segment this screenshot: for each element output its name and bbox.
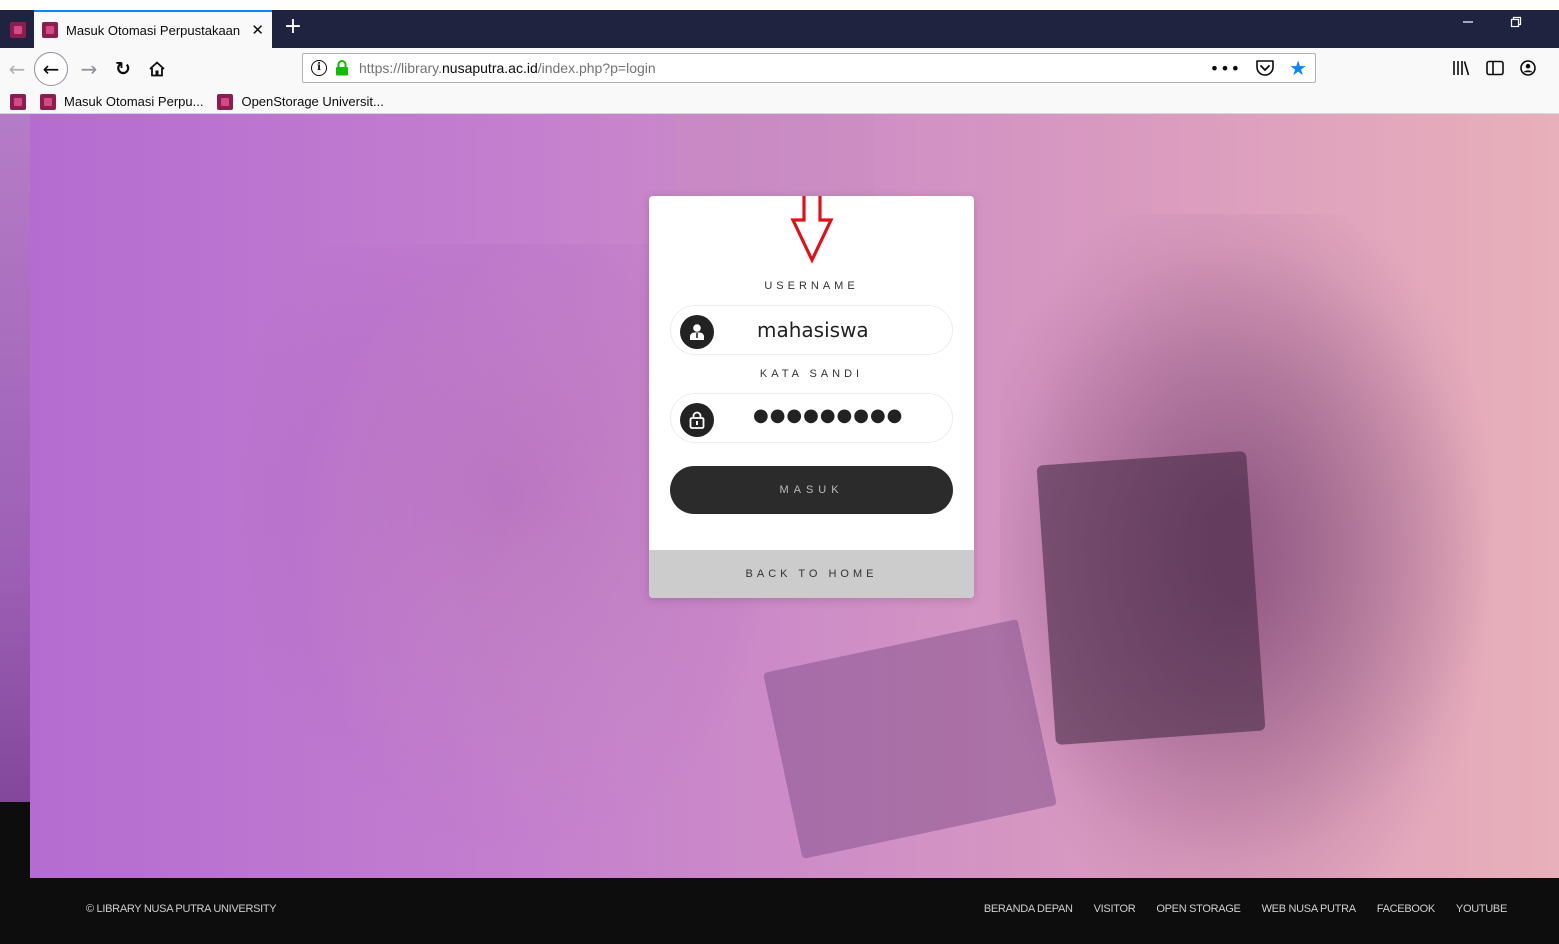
username-label: USERNAME [764, 280, 859, 292]
bookmark-favicon-icon [40, 93, 56, 110]
reload-button[interactable]: ↻ [108, 54, 138, 84]
page-left-edge [0, 114, 30, 878]
footer-link-open-storage[interactable]: OPEN STORAGE [1156, 903, 1241, 915]
pocket-icon[interactable] [1255, 59, 1275, 77]
tab-close-icon[interactable]: ✕ [251, 21, 264, 39]
bookmark-label: Masuk Otomasi Perpu... [64, 94, 204, 109]
bookmarks-toolbar: Masuk Otomasi Perpu... OpenStorage Unive… [0, 90, 1559, 114]
background-photo-tablet [1036, 451, 1266, 745]
account-icon [1520, 60, 1536, 76]
url-scheme: https://library. [359, 60, 442, 76]
home-icon [149, 61, 165, 77]
password-field[interactable]: ●●●●●●●●● [670, 393, 953, 443]
window-minimize-button[interactable] [1462, 16, 1474, 32]
password-label: KATA SANDI [759, 368, 864, 380]
url-text[interactable]: https://library.nusaputra.ac.id/index.ph… [359, 60, 1210, 76]
library-icon [1453, 61, 1470, 76]
url-domain: nusaputra.ac.id [442, 60, 538, 76]
red-down-arrow-annotation-icon [790, 196, 834, 264]
url-bar[interactable]: i https://library.nusaputra.ac.id/index.… [302, 53, 1316, 83]
site-info-icon[interactable]: i [311, 60, 327, 76]
back-to-home-button[interactable]: BACK TO HOME [649, 550, 974, 598]
page-actions-more-icon[interactable]: ••• [1210, 59, 1241, 78]
site-footer: © LIBRARY NUSA PUTRA UNIVERSITY BERANDA … [0, 878, 1559, 944]
bookmark-star-icon[interactable]: ★ [1289, 58, 1307, 78]
restore-icon [1510, 16, 1522, 28]
footer-link-visitor[interactable]: VISITOR [1094, 903, 1136, 915]
pinned-tab-favicon-icon[interactable] [10, 22, 26, 38]
back-button[interactable]: ← [34, 52, 68, 86]
bookmark-item[interactable]: OpenStorage Universit... [217, 93, 384, 110]
footer-link-web-nusa-putra[interactable]: WEB NUSA PUTRA [1262, 903, 1357, 915]
footer-nav: BERANDA DEPAN VISITOR OPEN STORAGE WEB N… [963, 903, 1507, 915]
footer-link-beranda-depan[interactable]: BERANDA DEPAN [984, 903, 1073, 915]
username-field[interactable]: mahasiswa [670, 305, 953, 355]
sidebar-icon [1486, 60, 1504, 76]
footer-copyright: © LIBRARY NUSA PUTRA UNIVERSITY [86, 903, 277, 915]
bookmark-label: OpenStorage Universit... [241, 94, 384, 109]
home-button[interactable] [142, 54, 172, 84]
forward-arrow-icon: → [80, 57, 98, 81]
bookmark-item[interactable]: Masuk Otomasi Perpu... [40, 93, 204, 110]
minimize-icon [1463, 21, 1473, 23]
lock-icon[interactable] [335, 60, 349, 76]
reload-icon: ↻ [115, 58, 131, 80]
tab-title: Masuk Otomasi Perpustakaan | [66, 22, 244, 38]
sidebar-button[interactable] [1486, 60, 1504, 80]
page-left-edge-dark [0, 802, 30, 878]
masuk-submit-button[interactable]: MASUK [670, 466, 953, 514]
navigation-toolbar: ← ← → ↻ i https://library.nusaputra.ac.i… [0, 48, 1559, 90]
library-button[interactable] [1452, 60, 1470, 80]
url-path: /index.php?p=login [537, 60, 656, 76]
login-page-background: USERNAME mahasiswa KATA SANDI ●●●●●●●●● … [0, 114, 1559, 878]
back-arrow-icon: ← [42, 57, 60, 81]
tab-strip: Masuk Otomasi Perpustakaan | ✕ + [0, 10, 1559, 48]
window-restore-button[interactable] [1510, 16, 1522, 32]
tab-favicon-icon [42, 22, 58, 38]
footer-link-facebook[interactable]: FACEBOOK [1377, 903, 1435, 915]
back-arrow-ghost-icon: ← [8, 57, 26, 81]
tab-active[interactable]: Masuk Otomasi Perpustakaan | ✕ [34, 10, 272, 48]
account-button[interactable] [1520, 60, 1536, 80]
lock-bag-icon [680, 403, 714, 437]
user-icon [680, 315, 714, 349]
bookmark-favicon-icon [217, 93, 234, 110]
footer-link-youtube[interactable]: YOUTUBE [1456, 903, 1507, 915]
password-input[interactable]: ●●●●●●●●● [753, 405, 903, 431]
new-tab-button[interactable]: + [282, 14, 304, 42]
bookmark-favicon-icon[interactable] [10, 93, 26, 110]
login-card: USERNAME mahasiswa KATA SANDI ●●●●●●●●● … [649, 196, 974, 598]
username-input[interactable]: mahasiswa [757, 318, 869, 344]
forward-button[interactable]: → [74, 54, 104, 84]
